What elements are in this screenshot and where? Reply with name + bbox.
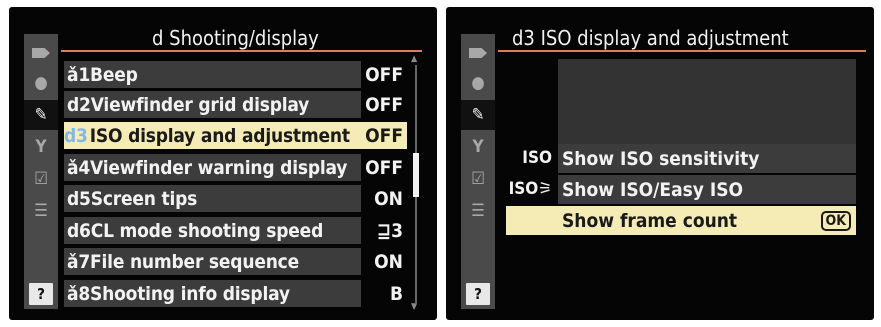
item-value: ON (361, 185, 407, 212)
help-icon[interactable]: ? (466, 283, 490, 305)
retouch-icon[interactable]: ☑ (461, 164, 495, 194)
item-value: B (361, 280, 407, 307)
item-label: File number sequence (90, 250, 300, 273)
menu-title: d Shooting/display (152, 26, 319, 50)
item-id: d2 (67, 93, 91, 116)
item-value: OFF (361, 91, 407, 118)
pencil-icon[interactable]: ✎ (24, 100, 58, 130)
item-value: OFF (361, 154, 407, 181)
my-menu-icon[interactable]: ☰ (461, 196, 495, 226)
retouch-icon[interactable]: ☑ (24, 164, 58, 194)
shooting-icon[interactable]: ● (24, 68, 58, 98)
item-value: OFF (361, 61, 407, 88)
item-value: ON (361, 248, 407, 275)
menu-item-iso-display[interactable]: d3 ISO display and adjustment OFF (64, 122, 407, 149)
wrench-icon[interactable]: Y (461, 132, 495, 162)
menu-item-cl-mode-speed[interactable]: d6CL mode shooting speed ⊒3 (64, 217, 407, 244)
item-label: Shooting info display (90, 282, 290, 305)
menu-scrollbar[interactable]: ▲ ▼ (411, 55, 421, 312)
menu-item-viewfinder-warning[interactable]: ǎ4Viewfinder warning display OFF (64, 154, 407, 181)
iso-display-submenu-screen: ● ✎ Y ☑ ☰ ? d3 ISO display and adjustmen… (446, 7, 874, 320)
scroll-thumb[interactable] (413, 153, 419, 197)
shooting-display-menu-screen: ● ✎ Y ☑ ☰ ? d Shooting/display ǎ1Beep OF… (9, 7, 437, 320)
wrench-icon[interactable]: Y (24, 132, 58, 162)
scroll-up-icon: ▲ (411, 54, 418, 64)
playback-icon[interactable] (461, 38, 495, 68)
title-divider (498, 50, 866, 52)
scroll-down-icon: ▼ (411, 302, 418, 312)
menu-item-beep[interactable]: ǎ1Beep OFF (64, 61, 407, 88)
item-label: Screen tips (90, 187, 198, 210)
option-show-iso-easy-iso[interactable]: Show ISO/Easy ISO (558, 175, 856, 204)
playback-icon[interactable] (24, 38, 58, 68)
option-label: Show ISO/Easy ISO (562, 178, 744, 201)
item-id: d5 (67, 187, 91, 210)
menu-item-shooting-info-display[interactable]: ǎ8Shooting info display B (64, 280, 407, 307)
menu-item-viewfinder-grid[interactable]: d2Viewfinder grid display OFF (64, 91, 407, 118)
item-id: ǎ7 (67, 250, 91, 273)
menu-sidebar: ● ✎ Y ☑ ☰ ? (461, 34, 495, 309)
pencil-icon[interactable]: ✎ (461, 100, 495, 130)
menu-item-file-number-sequence[interactable]: ǎ7File number sequence ON (64, 248, 407, 275)
menu-sidebar: ● ✎ Y ☑ ☰ ? (24, 34, 58, 309)
easy-iso-icon: ISO⚞ (508, 179, 552, 199)
item-id: d6 (67, 219, 91, 242)
item-label: Beep (90, 63, 138, 86)
item-label: CL mode shooting speed (90, 219, 324, 242)
option-label: Show frame count (562, 209, 738, 232)
menu-item-screen-tips[interactable]: d5Screen tips ON (64, 185, 407, 212)
item-value: OFF (361, 122, 407, 149)
option-show-iso-sensitivity[interactable]: Show ISO sensitivity (558, 144, 856, 173)
shooting-icon[interactable]: ● (461, 68, 495, 98)
item-label: Viewfinder grid display (90, 93, 310, 116)
submenu-title: d3 ISO display and adjustment (512, 26, 789, 50)
item-id: d3 (64, 124, 88, 147)
iso-icon: ISO (522, 148, 552, 168)
item-value: ⊒3 (361, 217, 407, 244)
ok-button-icon: OK (820, 210, 851, 231)
item-id: ǎ4 (67, 156, 91, 179)
item-id: ǎ1 (67, 63, 91, 86)
item-label: ISO display and adjustment (89, 124, 350, 147)
preview-panel (558, 59, 856, 148)
item-label: Viewfinder warning display (90, 156, 348, 179)
help-icon[interactable]: ? (29, 283, 53, 305)
item-id: ǎ8 (67, 282, 91, 305)
my-menu-icon[interactable]: ☰ (24, 196, 58, 226)
title-divider (61, 50, 422, 52)
option-show-frame-count[interactable]: Show frame count OK (506, 206, 856, 235)
option-label: Show ISO sensitivity (562, 147, 760, 170)
